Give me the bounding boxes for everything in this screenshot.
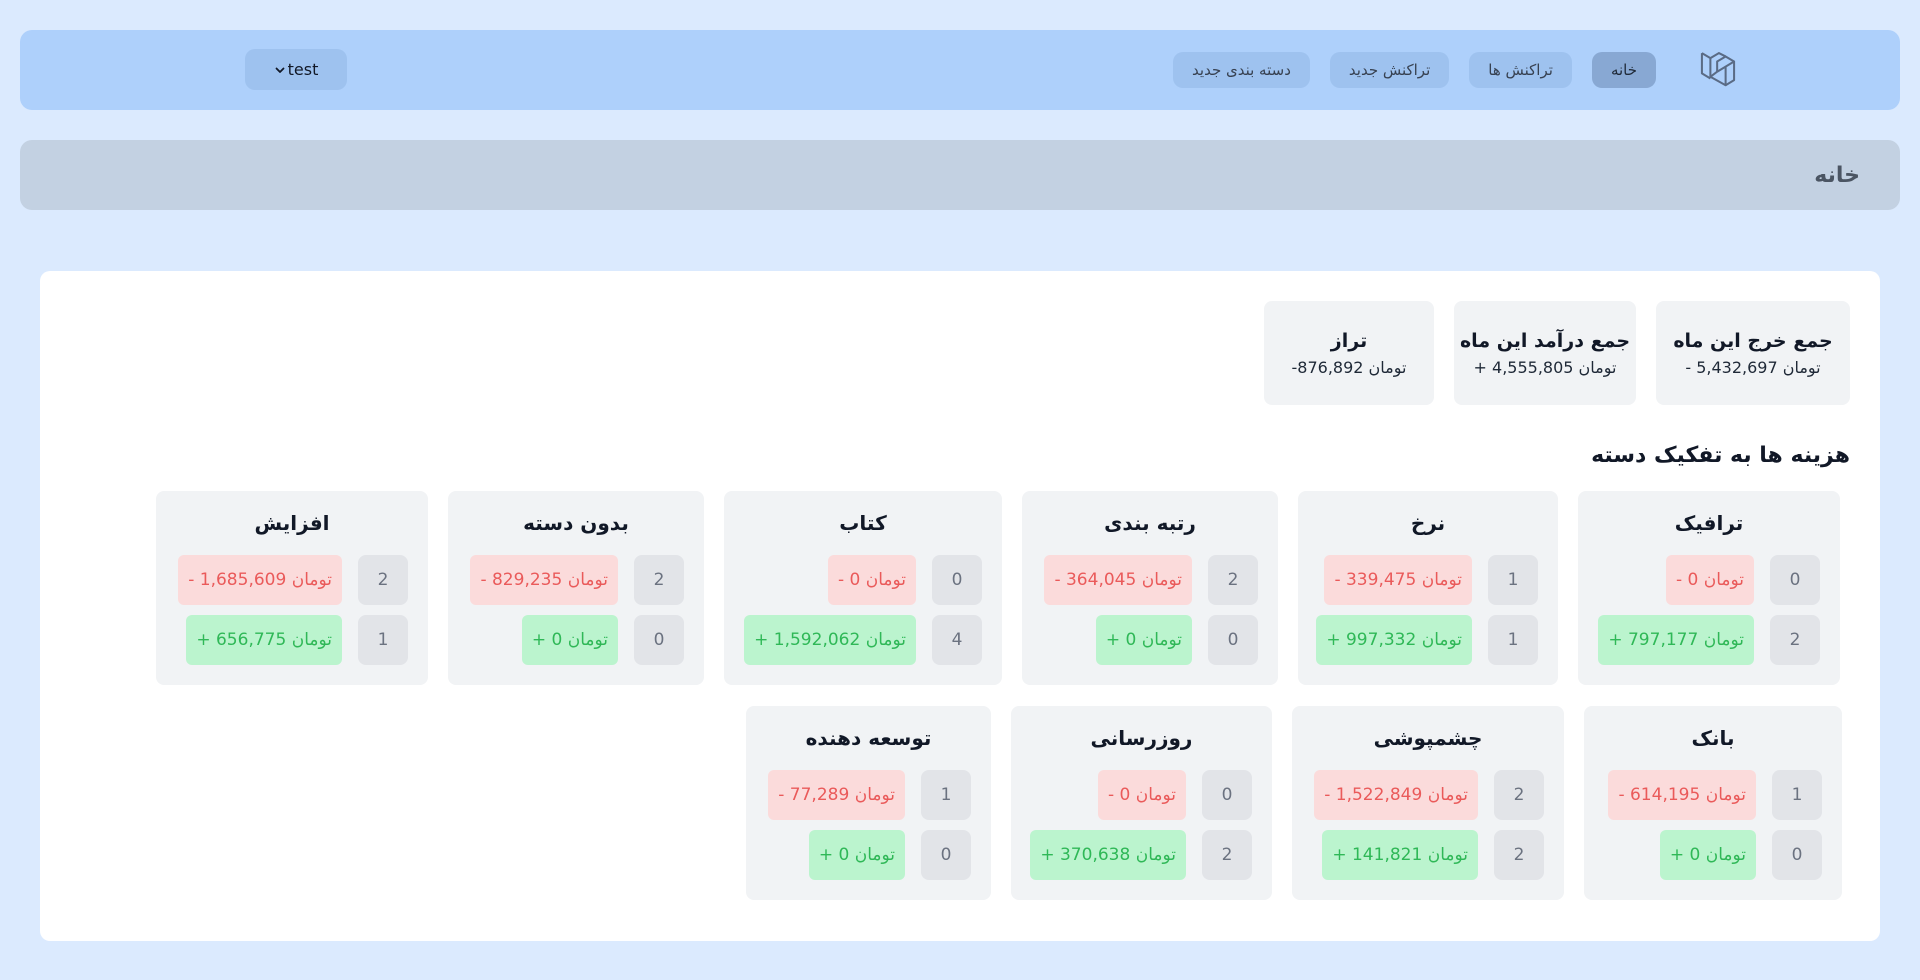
expense-count: 1 (1772, 770, 1822, 820)
income-amount: + 141,821 تومان (1322, 830, 1478, 880)
summary-card-monthly-expense: جمع خرج این ماه - 5,432,697 تومان (1656, 301, 1850, 405)
nav-link-new-category[interactable]: دسته بندی جدید (1173, 52, 1310, 88)
category-name: نرخ (1410, 511, 1446, 535)
category-name: کتاب (839, 511, 887, 535)
income-amount: + 797,177 تومان (1598, 615, 1754, 665)
expense-amount: - 364,045 تومان (1044, 555, 1192, 605)
category-name: ترافیک (1674, 511, 1744, 535)
income-amount: + 370,638 تومان (1030, 830, 1186, 880)
category-name: بانک (1691, 726, 1735, 750)
income-amount: + 997,332 تومان (1316, 615, 1472, 665)
income-count: 0 (1772, 830, 1822, 880)
user-name: test (287, 60, 319, 79)
top-navbar: خانه تراکنش ها تراکنش جدید دسته بندی جدی… (20, 30, 1900, 110)
income-count: 1 (1488, 615, 1538, 665)
summary-title: تراز (1330, 329, 1368, 352)
nav-link-new-transaction[interactable]: تراکنش جدید (1329, 52, 1450, 88)
category-card-ignore: چشمپوشی 2 - 1,522,849 تومان 2 + 141,821 … (1292, 706, 1564, 900)
category-card-developer: توسعه دهنده 1 - 77,289 تومان 0 + 0 تومان (746, 706, 991, 900)
category-name: رتبه بندی (1104, 511, 1196, 535)
category-card-book: کتاب 0 - 0 تومان 4 + 1,592,062 تومان (724, 491, 1002, 685)
category-card-update: روزرسانی 0 - 0 تومان 2 + 370,638 تومان (1011, 706, 1272, 900)
income-amount: + 0 تومان (1659, 830, 1756, 880)
summary-title: جمع درآمد این ماه (1459, 329, 1631, 352)
laravel-logo-icon[interactable] (1696, 48, 1740, 92)
category-name: بدون دسته (523, 511, 629, 535)
chevron-down-icon (275, 67, 285, 73)
expense-amount: - 1,522,849 تومان (1314, 770, 1478, 820)
expense-count: 2 (1494, 770, 1544, 820)
expense-amount: - 0 تومان (1097, 770, 1186, 820)
category-card-bank: بانک 1 - 614,195 تومان 0 + 0 تومان (1584, 706, 1842, 900)
expense-amount: - 0 تومان (827, 555, 916, 605)
income-amount: + 0 تومان (808, 830, 905, 880)
income-count: 0 (634, 615, 684, 665)
category-card-traffic: ترافیک 0 - 0 تومان 2 + 797,177 تومان (1578, 491, 1840, 685)
income-count: 2 (1494, 830, 1544, 880)
category-card-increase: افزایش 2 - 1,685,609 تومان 1 + 656,775 ت… (156, 491, 428, 685)
nav-link-transactions[interactable]: تراکنش ها (1469, 52, 1572, 88)
page-header: خانه (20, 140, 1900, 210)
income-count: 2 (1202, 830, 1252, 880)
expense-count: 0 (1770, 555, 1820, 605)
section-title: هزینه ها به تفکیک دسته (1591, 443, 1850, 468)
page-title: خانه (1814, 162, 1860, 188)
income-count: 4 (932, 615, 982, 665)
category-name: روزرسانی (1090, 726, 1193, 750)
expense-count: 1 (921, 770, 971, 820)
category-name: توسعه دهنده (805, 726, 932, 750)
main-content: جمع خرج این ماه - 5,432,697 تومان جمع در… (40, 271, 1880, 941)
summary-value: - 5,432,697 تومان (1685, 357, 1821, 377)
income-amount: + 1,592,062 تومان (744, 615, 916, 665)
summary-value: + 4,555,805 تومان (1473, 357, 1617, 377)
expense-count: 0 (932, 555, 982, 605)
category-card-rate: نرخ 1 - 339,475 تومان 1 + 997,332 تومان (1298, 491, 1558, 685)
summary-card-monthly-income: جمع درآمد این ماه + 4,555,805 تومان (1454, 301, 1636, 405)
summary-value: -876,892 تومان (1291, 357, 1407, 377)
summary-title: جمع خرج این ماه (1673, 329, 1833, 352)
expense-count: 0 (1202, 770, 1252, 820)
category-name: افزایش (254, 511, 330, 535)
expense-count: 2 (1208, 555, 1258, 605)
expense-amount: - 339,475 تومان (1324, 555, 1472, 605)
expense-amount: - 829,235 تومان (470, 555, 618, 605)
nav-links: خانه تراکنش ها تراکنش جدید دسته بندی جدی… (1173, 52, 1656, 88)
user-menu-button[interactable]: test (245, 49, 347, 90)
expense-amount: - 614,195 تومان (1608, 770, 1756, 820)
income-count: 0 (921, 830, 971, 880)
income-amount: + 0 تومان (521, 615, 618, 665)
expense-amount: - 0 تومان (1665, 555, 1754, 605)
income-count: 1 (358, 615, 408, 665)
category-card-ranking: رتبه بندی 2 - 364,045 تومان 0 + 0 تومان (1022, 491, 1278, 685)
category-name: چشمپوشی (1373, 726, 1483, 750)
expense-amount: - 1,685,609 تومان (178, 555, 342, 605)
income-count: 0 (1208, 615, 1258, 665)
expense-amount: - 77,289 تومان (768, 770, 905, 820)
income-amount: + 656,775 تومان (186, 615, 342, 665)
expense-count: 1 (1488, 555, 1538, 605)
category-card-uncategorized: بدون دسته 2 - 829,235 تومان 0 + 0 تومان (448, 491, 704, 685)
expense-count: 2 (358, 555, 408, 605)
income-count: 2 (1770, 615, 1820, 665)
summary-card-balance: تراز -876,892 تومان (1264, 301, 1434, 405)
expense-count: 2 (634, 555, 684, 605)
income-amount: + 0 تومان (1095, 615, 1192, 665)
nav-link-home[interactable]: خانه (1591, 52, 1656, 88)
